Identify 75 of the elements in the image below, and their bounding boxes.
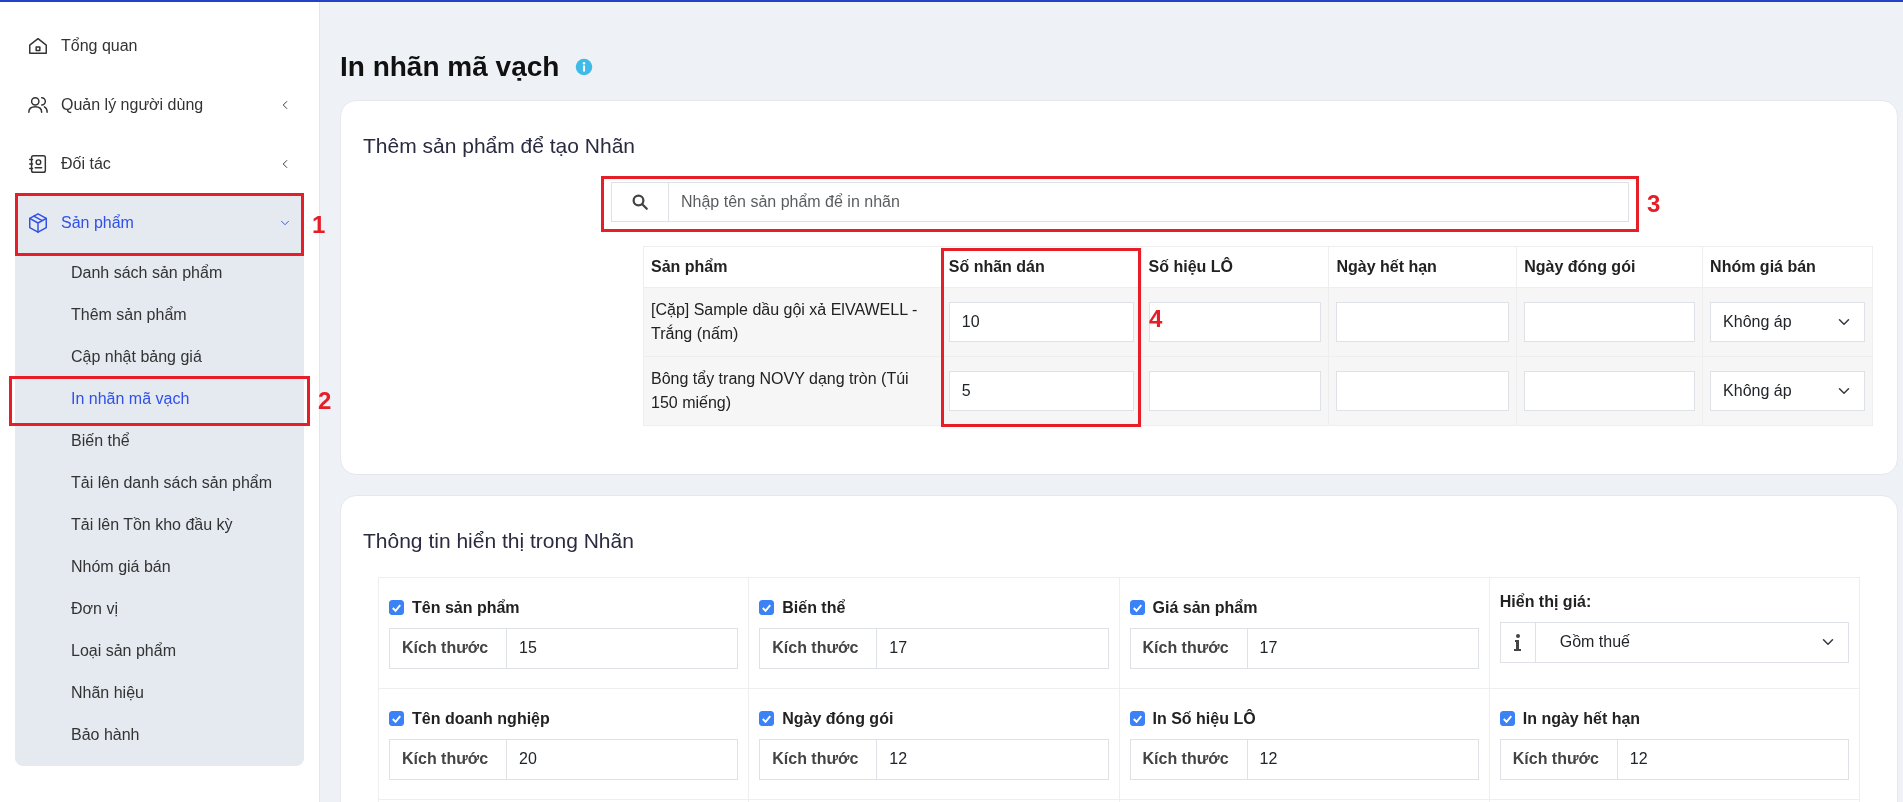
annotation-number: 2 (318, 389, 332, 413)
size-field[interactable]: 12 (876, 738, 1109, 780)
page-title: In nhãn mã vạch (340, 50, 560, 84)
card-title: Thông tin hiển thị trong Nhãn (363, 527, 635, 553)
checkbox-label: Tên doanh nghiệp (412, 708, 550, 729)
text-field[interactable] (1524, 370, 1696, 411)
cube-icon (27, 211, 49, 234)
size-label: Kích thước (1129, 738, 1248, 780)
address-book-icon (27, 152, 49, 175)
search-field[interactable]: Nhập tên sản phẩm để in nhãn (668, 181, 1629, 222)
info-icon (575, 57, 594, 76)
checkbox[interactable] (389, 711, 404, 727)
info-icon (1513, 633, 1522, 651)
label-count-field[interactable]: 5 (948, 370, 1134, 411)
text-field[interactable] (1336, 301, 1510, 342)
column-header: Số hiệu LÔ (1141, 246, 1329, 288)
card-title: Thêm sản phẩm để tạo Nhãn (363, 132, 636, 158)
checkbox[interactable] (389, 600, 404, 616)
submenu-item[interactable]: Nhóm giá bán (15, 546, 304, 588)
annotation-number: 3 (1647, 191, 1661, 216)
text-field[interactable] (1148, 301, 1322, 342)
table-cell: [Cặp] Sample dầu gội xả ElVAWELL - Trắng (nấm) (643, 287, 942, 357)
size-field[interactable]: 12 (1616, 738, 1849, 780)
submenu-item[interactable]: Cập nhật bảng giá (15, 336, 304, 378)
size-field[interactable]: 15 (506, 627, 739, 669)
submenu-item[interactable]: Loại sản phẩm (15, 630, 304, 672)
price-display-select[interactable]: Gồm thuế (1534, 621, 1849, 663)
size-label: Kích thước (389, 627, 507, 669)
submenu-item[interactable]: In nhãn mã vạch (15, 378, 304, 420)
size-label: Kích thước (389, 738, 507, 780)
column-header: Ngày đóng gói (1516, 246, 1703, 288)
submenu-item[interactable]: Tải lên Tồn kho đầu kỳ (15, 504, 304, 546)
column-header: Sản phẩm (643, 246, 942, 288)
checkbox[interactable] (1129, 711, 1145, 727)
search-icon (631, 192, 649, 211)
size-label: Kích thước (759, 738, 878, 780)
price-group-select[interactable]: Không áp (1710, 370, 1865, 411)
column-header: Ngày hết hạn (1328, 246, 1517, 288)
submenu-item[interactable]: Đơn vị (15, 588, 304, 630)
text-field[interactable] (1336, 370, 1510, 411)
size-field[interactable]: 17 (876, 627, 1109, 669)
annotation-number: 1 (312, 212, 326, 237)
label-count-field[interactable]: 10 (948, 301, 1134, 342)
checkbox[interactable] (1129, 600, 1145, 616)
size-label: Kích thước (1129, 627, 1248, 669)
size-field[interactable]: 17 (1246, 627, 1479, 669)
submenu-item[interactable]: Tải lên danh sách sản phẩm (15, 462, 304, 504)
annotation-number: 4 (1149, 307, 1163, 332)
size-label: Kích thước (759, 627, 878, 669)
table-cell: Bông tẩy trang NOVY dạng tròn (Túi 150 miếng) (643, 356, 942, 426)
submenu-item[interactable]: Bảo hành (15, 714, 304, 756)
submenu-item[interactable]: Biến thể (15, 420, 304, 462)
text-field[interactable] (1148, 370, 1322, 411)
size-field[interactable]: 20 (506, 738, 739, 780)
sidebar-item[interactable]: Quản lý người dùng (15, 75, 304, 134)
field-label: Hiển thị giá: (1499, 591, 1593, 612)
submenu-item[interactable]: Thêm sản phẩm (15, 294, 304, 336)
size-field[interactable]: 12 (1246, 738, 1479, 780)
sidebar-item[interactable]: Tổng quan (15, 16, 304, 75)
checkbox[interactable] (759, 600, 775, 616)
checkbox-label: Ngày đóng gói (782, 708, 894, 729)
checkbox[interactable] (759, 711, 775, 727)
checkbox-label: Giá sản phẩm (1152, 597, 1258, 618)
checkbox-label: In ngày hết hạn (1522, 708, 1641, 729)
checkbox-label: Tên sản phẩm (412, 597, 520, 618)
size-label: Kích thước (1499, 738, 1618, 780)
price-group-select[interactable]: Không áp (1710, 301, 1865, 342)
checkbox-label: Biến thể (782, 597, 846, 618)
text-field[interactable] (1524, 301, 1696, 342)
checkbox-label: In Số hiệu LÔ (1152, 708, 1256, 729)
sidebar-item[interactable]: Đối tác (15, 134, 304, 193)
submenu-item[interactable]: Nhãn hiệu (15, 672, 304, 714)
submenu-item[interactable]: Danh sách sản phẩm (15, 252, 304, 294)
column-header: Nhóm giá bán (1702, 246, 1873, 288)
checkbox[interactable] (1499, 711, 1515, 727)
